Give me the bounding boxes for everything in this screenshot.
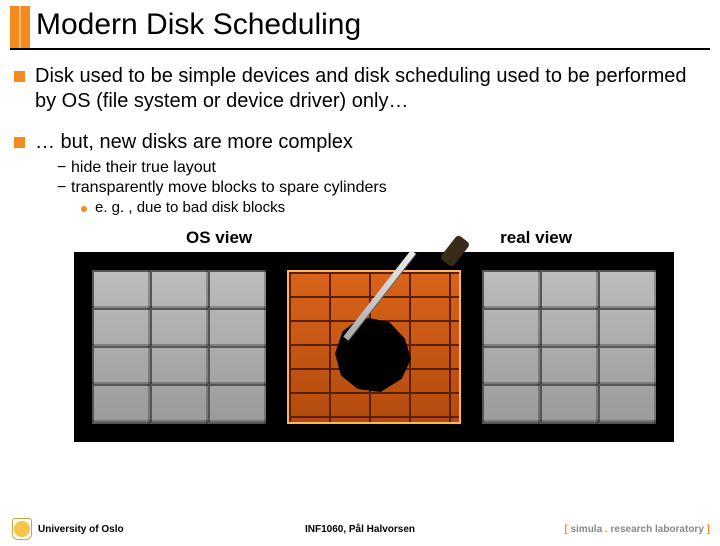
footer-left: University of Oslo xyxy=(12,518,124,540)
wall-hole xyxy=(323,310,423,400)
dash-icon: − xyxy=(57,179,71,197)
slide-footer: University of Oslo INF1060, Pål Halvorse… xyxy=(0,518,720,540)
footer-lab-dot: . xyxy=(602,524,610,535)
figure-labels: OS view real view xyxy=(14,228,698,248)
footer-lab-word2: research laboratory xyxy=(611,524,704,535)
bullet-1-text: Disk used to be simple devices and disk … xyxy=(35,64,698,114)
bullet-1: Disk used to be simple devices and disk … xyxy=(14,64,698,114)
title-accent-bar xyxy=(10,6,30,48)
dot-bullet-icon xyxy=(81,206,87,212)
footer-university: University of Oslo xyxy=(38,524,124,535)
figure-brick-walls xyxy=(74,252,674,442)
figure-panel-real-view xyxy=(482,270,656,424)
square-bullet-icon xyxy=(14,71,25,82)
bullet-2: … but, new disks are more complex − hide… xyxy=(14,130,698,218)
slide-body: Disk used to be simple devices and disk … xyxy=(0,50,720,442)
square-bullet-icon xyxy=(14,137,25,148)
bullet-2-sublist: − hide their true layout − transparently… xyxy=(35,159,698,216)
subsub-bullet: e. g. , due to bad disk blocks xyxy=(81,199,698,216)
subsub-bullet-text: e. g. , due to bad disk blocks xyxy=(95,199,285,216)
sub-bullet: − hide their true layout xyxy=(57,159,698,177)
label-os-view: OS view xyxy=(186,228,252,248)
figure-panel-breaking-wall xyxy=(287,270,461,424)
footer-lab: [ simula . research laboratory ] xyxy=(564,524,710,535)
sub-bullet: − transparently move blocks to spare cyl… xyxy=(57,179,698,197)
dash-icon: − xyxy=(57,159,71,177)
footer-lab-word1: simula xyxy=(570,524,602,535)
figure-panel-os-view xyxy=(92,270,266,424)
page-title: Modern Disk Scheduling xyxy=(36,6,361,48)
bullet-2-text: … but, new disks are more complex xyxy=(35,130,698,155)
university-crest-icon xyxy=(12,518,32,540)
sub-bullet-text: hide their true layout xyxy=(71,159,216,177)
title-block: Modern Disk Scheduling xyxy=(10,6,720,48)
footer-course-author: INF1060, Pål Halvorsen xyxy=(305,524,415,535)
label-real-view: real view xyxy=(500,228,572,248)
sub-bullet-text: transparently move blocks to spare cylin… xyxy=(71,179,387,197)
bracket-close: ] xyxy=(704,524,710,535)
